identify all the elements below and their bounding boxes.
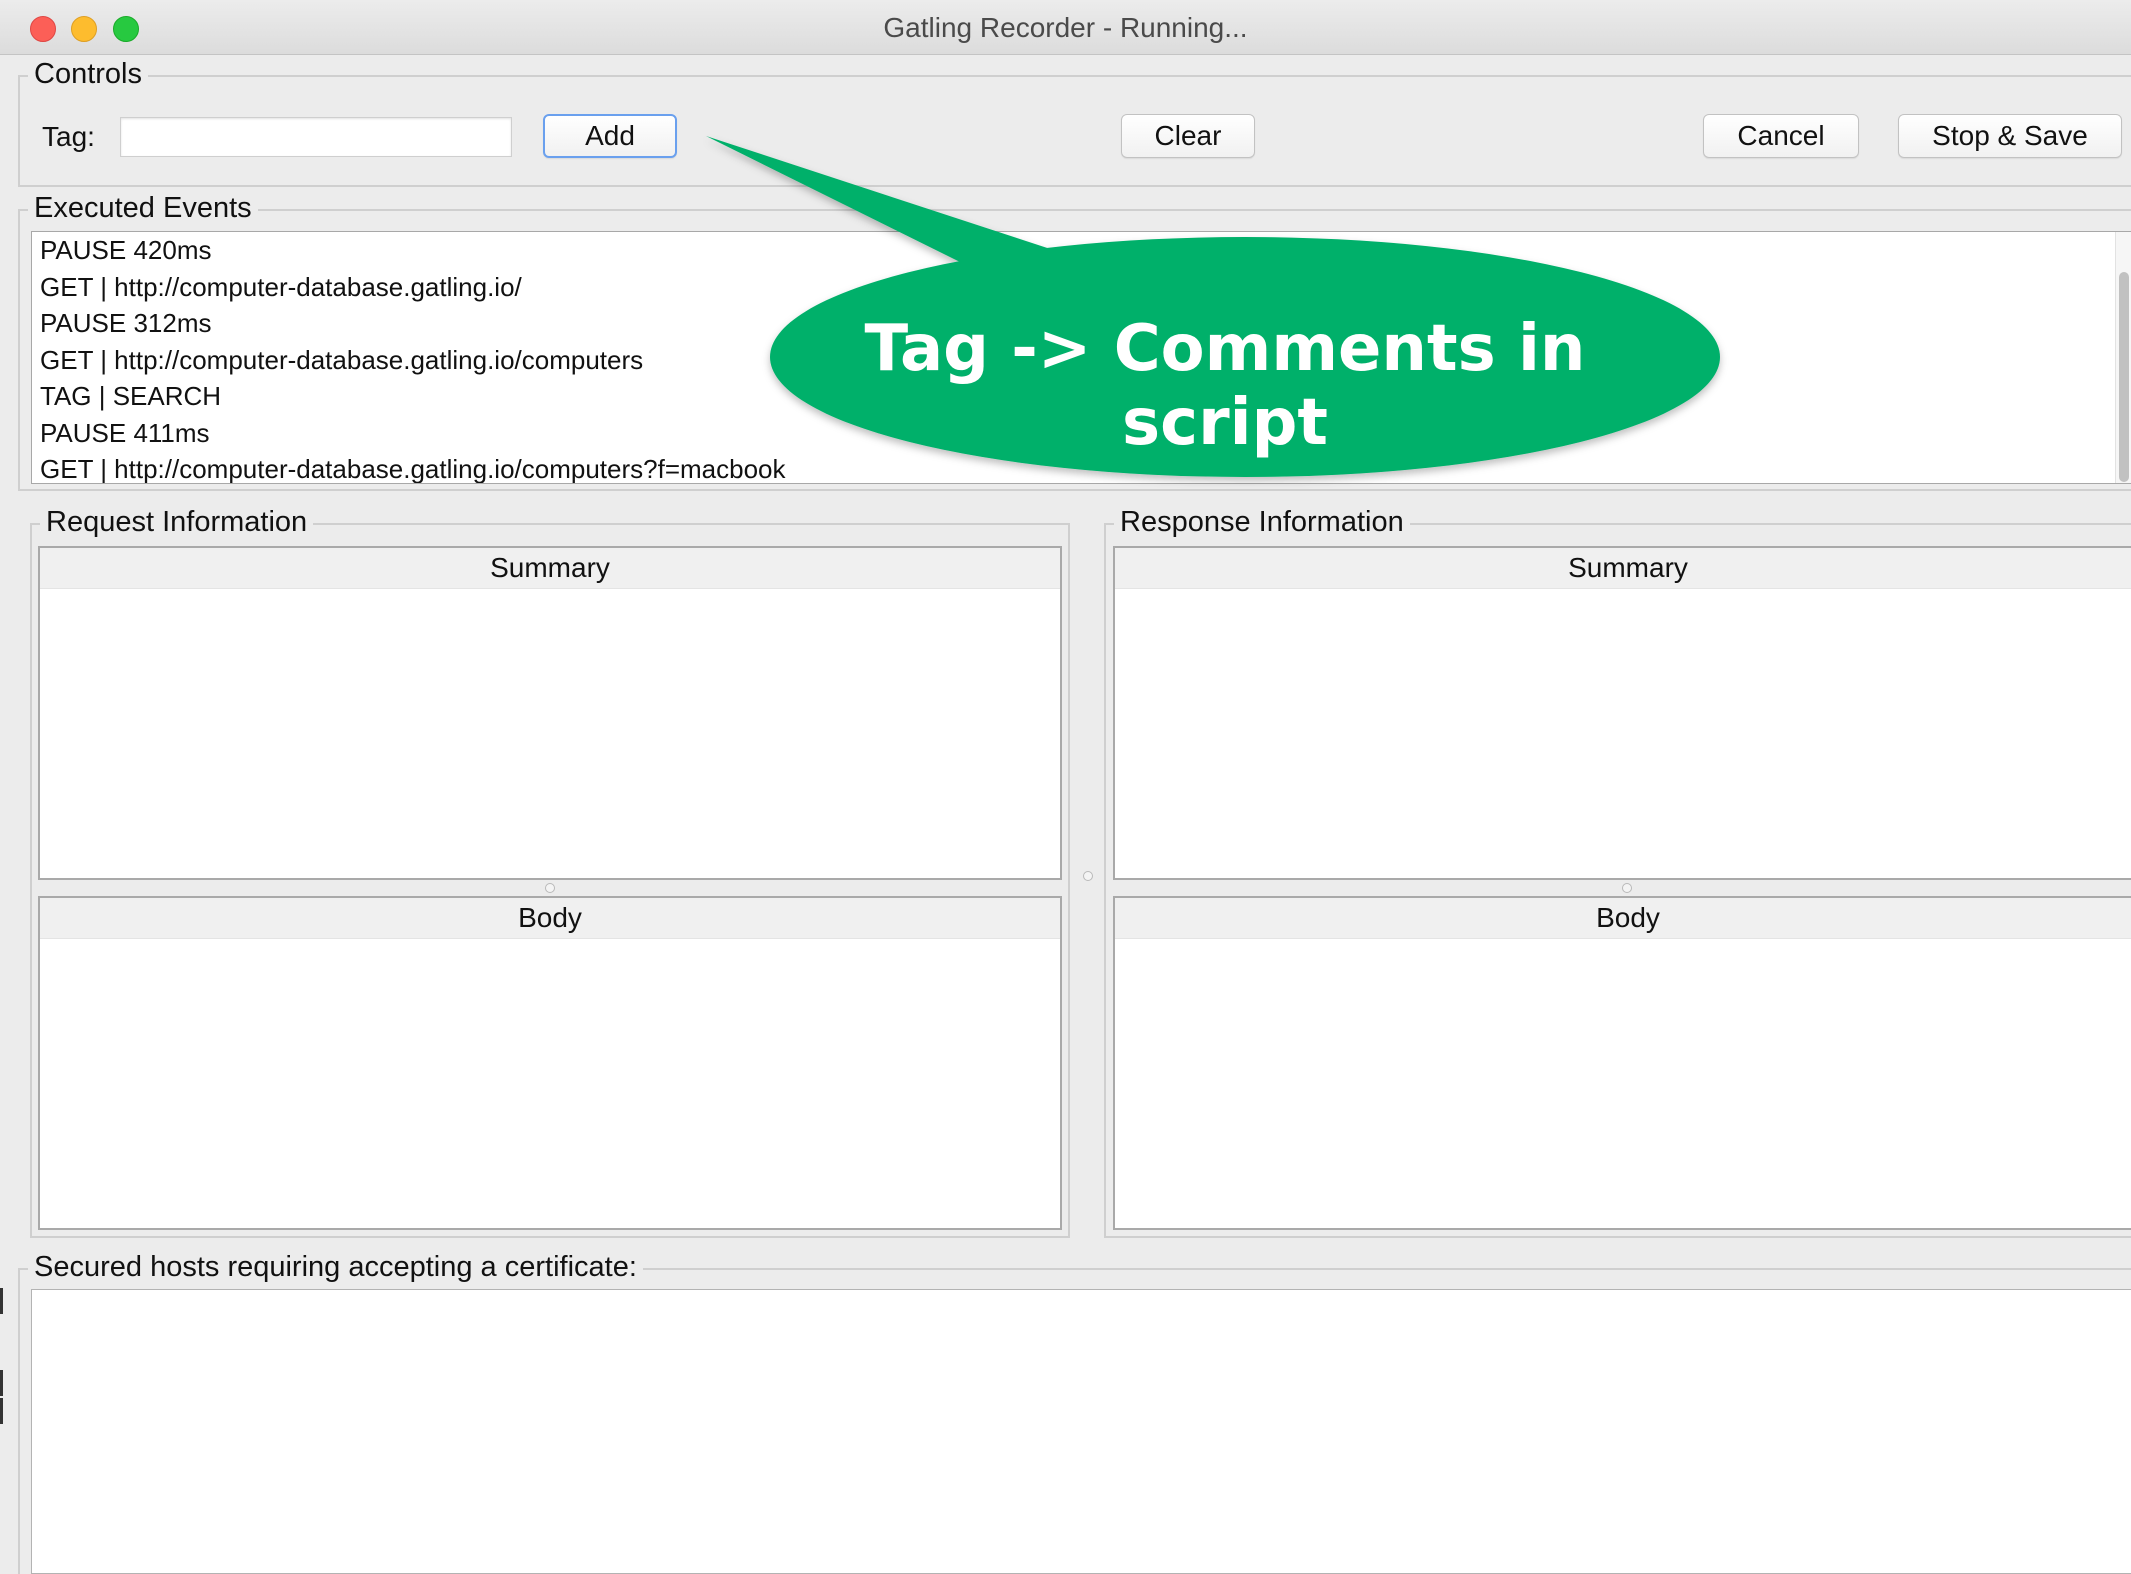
callout-text: Tag -> Comments in script [864,312,1586,460]
left-edge-mark [0,1370,3,1396]
request-body-panel[interactable]: Body [38,896,1062,1230]
request-summary-header: Summary [40,548,1060,589]
left-edge-mark [0,1288,3,1314]
request-summary-panel[interactable]: Summary [38,546,1062,880]
response-summary-header: Summary [1115,548,2131,589]
secured-hosts-list[interactable] [31,1289,2131,1574]
title-bar[interactable]: Gatling Recorder - Running... [0,0,2131,55]
response-information-legend: Response Information [1114,506,1410,539]
events-scroll-thumb[interactable] [2119,272,2129,482]
cancel-button[interactable]: Cancel [1703,114,1859,158]
stop-and-save-button[interactable]: Stop & Save [1898,114,2122,158]
tag-input[interactable] [120,117,512,157]
executed-events-legend: Executed Events [28,192,258,225]
response-splitter-handle[interactable] [1622,883,1632,893]
secured-hosts-legend: Secured hosts requiring accepting a cert… [28,1251,643,1284]
response-body-header: Body [1115,898,2131,939]
event-row[interactable]: GET | http://computer-database.gatling.i… [32,269,2131,306]
recorder-window: Gatling Recorder - Running... Controls T… [0,0,2131,1574]
add-tag-button[interactable]: Add [543,114,677,158]
event-row[interactable]: PAUSE 420ms [32,232,2131,269]
response-summary-panel[interactable]: Summary [1113,546,2131,880]
request-body-header: Body [40,898,1060,939]
request-information-legend: Request Information [40,506,314,539]
tag-label: Tag: [42,121,95,152]
request-splitter-handle[interactable] [545,883,555,893]
events-scrollbar[interactable] [2115,232,2131,483]
main-splitter-handle[interactable] [1083,871,1093,881]
response-body-panel[interactable]: Body [1113,896,2131,1230]
controls-legend: Controls [28,58,148,91]
window-title: Gatling Recorder - Running... [883,12,1248,43]
clear-button[interactable]: Clear [1121,114,1255,158]
left-edge-mark [0,1398,3,1424]
